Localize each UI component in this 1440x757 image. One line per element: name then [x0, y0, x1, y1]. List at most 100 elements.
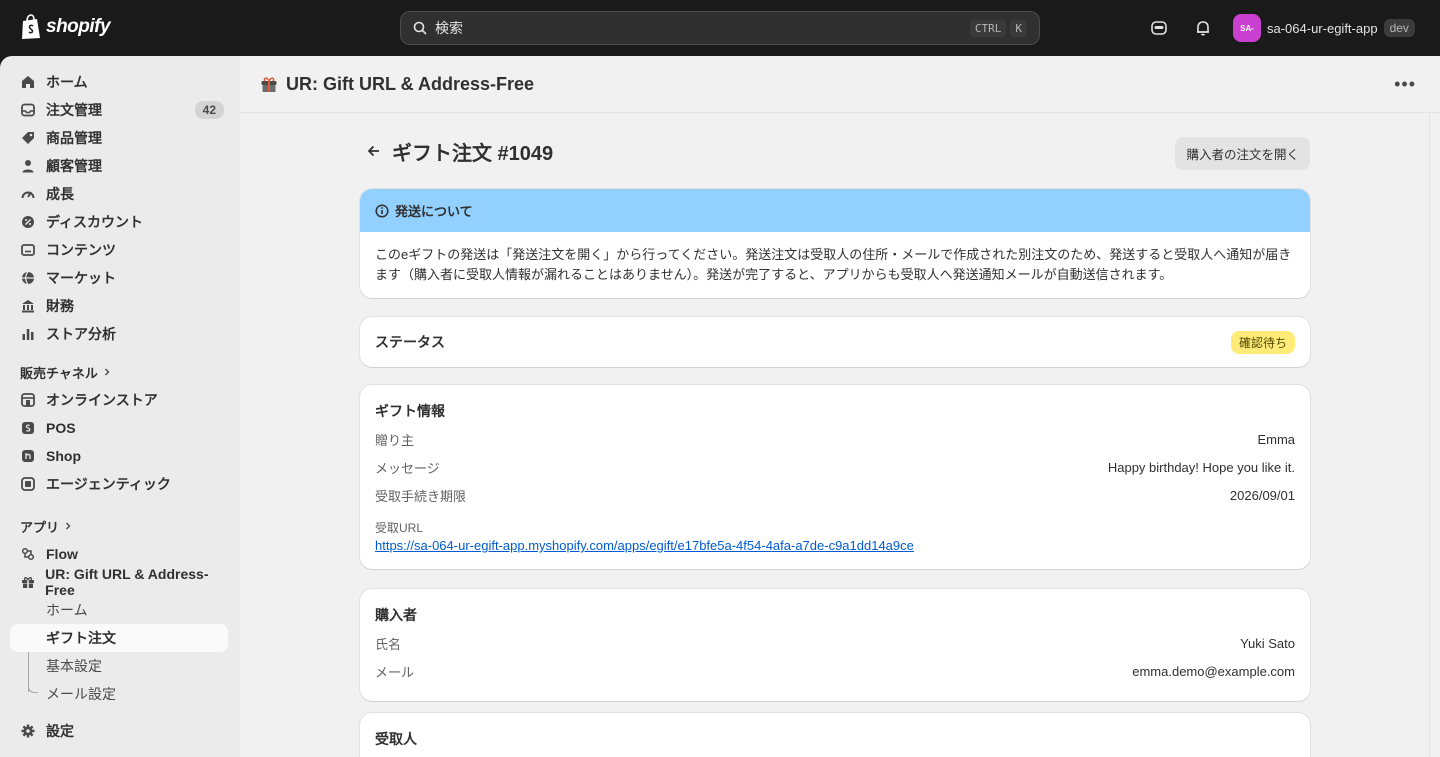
sidekick-icon[interactable] [1148, 17, 1170, 39]
shortcut-key-k: K [1010, 19, 1027, 37]
sidebar-item-orders[interactable]: 注文管理 42 [10, 96, 228, 124]
banner-body: このeギフトの発送は「発送注文を開く」から行ってください。発送注文は受取人の住所… [375, 247, 1292, 282]
sidebar-item-home[interactable]: ホーム [10, 68, 228, 96]
sidebar-item-label: ストア分析 [46, 326, 116, 342]
gauge-icon [20, 186, 36, 202]
discount-icon [20, 214, 36, 230]
sidebar-item-settings[interactable]: 設定 [10, 717, 228, 745]
app-title-bar: UR: Gift URL & Address-Free ••• [240, 56, 1440, 113]
sidebar-item-label: POS [46, 420, 76, 436]
sidebar-subitem-mail-settings[interactable]: メール設定 [10, 680, 228, 708]
buyer-row: メール emma.demo@example.com [375, 657, 1295, 685]
sidebar-footer: 設定 [0, 705, 240, 757]
search-placeholder: 検索 [435, 20, 463, 36]
sidebar-item-finance[interactable]: 財務 [10, 292, 228, 320]
buyer-title: 購入者 [375, 607, 417, 623]
globe-icon [20, 270, 36, 286]
apps-label: アプリ [20, 520, 60, 535]
store-switcher[interactable]: SA- sa-064-ur-egift-app dev [1233, 14, 1415, 42]
sidebar-item-online-store[interactable]: オンラインストア [10, 386, 228, 414]
receive-url-link[interactable]: https://sa-064-ur-egift-app.myshopify.co… [375, 538, 1295, 553]
banner-title: 発送について [395, 204, 473, 219]
row-key: 受取手続き期限 [375, 488, 467, 504]
store-avatar: SA- [1233, 14, 1261, 42]
shipping-info-banner: 発送について このeギフトの発送は「発送注文を開く」から行ってください。発送注文… [360, 189, 1310, 298]
recipient-title: 受取人 [375, 731, 417, 747]
row-key: メッセージ [375, 460, 440, 476]
sidebar-item-analytics[interactable]: ストア分析 [10, 320, 228, 348]
sidebar-item-label: Shop [46, 448, 81, 464]
sidebar-item-growth[interactable]: 成長 [10, 180, 228, 208]
sidebar-item-label: 設定 [46, 723, 74, 739]
info-icon [375, 203, 389, 218]
shop-icon [20, 448, 36, 464]
apps-header[interactable]: アプリ [20, 517, 73, 536]
row-value: Emma [1257, 431, 1295, 447]
sidebar-item-products[interactable]: 商品管理 [10, 124, 228, 152]
back-arrow-icon[interactable] [360, 137, 388, 165]
sidebar-item-agentic[interactable]: エージェンティック [10, 470, 228, 498]
inbox-icon [20, 102, 36, 118]
search-bar[interactable]: 検索 CTRL K [400, 11, 1040, 45]
bell-icon[interactable] [1192, 17, 1214, 39]
gift-info-row: 贈り主 Emma [375, 425, 1295, 453]
sidebar-item-markets[interactable]: マーケット [10, 264, 228, 292]
sidebar-item-pos[interactable]: POS [10, 414, 228, 442]
sidebar-item-customers[interactable]: 顧客管理 [10, 152, 228, 180]
chevron-right-icon [63, 519, 73, 534]
store-icon [20, 392, 36, 408]
page-title: ギフト注文 #1049 [392, 142, 554, 165]
row-value: Yuki Sato [1240, 635, 1295, 651]
page-header: ギフト注文 #1049 購入者の注文を開く [360, 133, 1310, 170]
row-value: Happy birthday! Hope you like it. [1107, 459, 1295, 475]
sidebar-subitem-gift-orders[interactable]: ギフト注文 [10, 624, 228, 652]
status-card: ステータス 確認待ち [360, 317, 1310, 367]
recipient-card: 受取人 [360, 713, 1310, 757]
logo-text: shopify [46, 16, 111, 37]
shopify-logo[interactable]: shopify [20, 14, 111, 40]
open-buyer-order-button[interactable]: 購入者の注文を開く [1175, 137, 1310, 170]
gift-info-title: ギフト情報 [375, 403, 445, 419]
sidebar-item-label: ディスカウント [46, 214, 144, 230]
sidebar-item-discounts[interactable]: ディスカウント [10, 208, 228, 236]
sidebar-subitem-label: ホーム [46, 602, 88, 618]
sidebar-subitem-basic-settings[interactable]: 基本設定 [10, 652, 228, 680]
sidebar-subitem-app-home[interactable]: ホーム [10, 596, 228, 624]
bank-icon [20, 298, 36, 314]
sidebar-subitem-label: 基本設定 [46, 658, 102, 674]
more-actions-icon[interactable]: ••• [1394, 74, 1416, 95]
env-badge: dev [1383, 19, 1415, 37]
sidebar-item-content[interactable]: コンテンツ [10, 236, 228, 264]
person-icon [20, 158, 36, 174]
sidebar-item-label: コンテンツ [46, 242, 116, 258]
sidebar-item-shop[interactable]: Shop [10, 442, 228, 470]
row-value: 2026/09/01 [1229, 487, 1295, 503]
gift-info-card: ギフト情報 贈り主 Emma メッセージ Happy birthday! Hop… [360, 385, 1310, 569]
gift-icon [261, 77, 277, 92]
chevron-right-icon [102, 365, 112, 380]
gift-info-row: メッセージ Happy birthday! Hope you like it. [375, 453, 1295, 481]
sidebar-item-label: 商品管理 [46, 130, 102, 146]
content-icon [20, 242, 36, 258]
sidebar-item-label: ホーム [46, 74, 88, 90]
sidebar-item-label: エージェンティック [46, 476, 171, 492]
sidebar-item-label: 成長 [46, 186, 74, 202]
sidebar-item-label: Flow [46, 546, 78, 562]
search-shortcut: CTRL K [969, 19, 1027, 37]
banner-header: 発送について [360, 189, 1310, 232]
sidebar-item-gift-app[interactable]: UR: Gift URL & Address-Free [10, 566, 228, 598]
gift-info-row: 受取手続き期限 2026/09/01 [375, 481, 1295, 509]
sidebar-subitem-label: ギフト注文 [46, 630, 116, 646]
main-area: UR: Gift URL & Address-Free ••• ギフト注文 #1… [240, 56, 1440, 757]
sidebar-subitem-label: メール設定 [46, 686, 116, 702]
tag-icon [20, 130, 36, 146]
sidebar-item-label: 財務 [46, 298, 74, 314]
top-bar: shopify 検索 CTRL K SA- sa-064-ur-egift-ap… [0, 0, 1440, 56]
buyer-row: 氏名 Yuki Sato [375, 629, 1295, 657]
sidebar-item-flow[interactable]: Flow [10, 540, 228, 568]
row-key: メール [375, 664, 415, 680]
sales-channels-header[interactable]: 販売チャネル [20, 363, 112, 382]
row-value: emma.demo@example.com [1132, 663, 1295, 679]
shopify-bag-icon [22, 14, 40, 39]
sidebar-item-label: 注文管理 [46, 102, 102, 118]
